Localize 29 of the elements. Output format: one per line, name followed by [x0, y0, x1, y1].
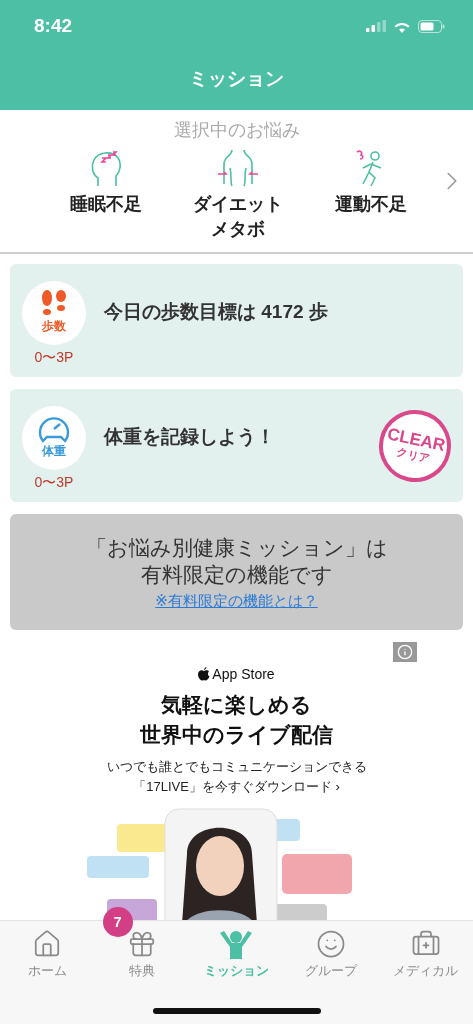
battery-icon	[418, 19, 445, 33]
notification-badge: 7	[102, 907, 133, 937]
torso-icon	[216, 148, 261, 188]
smiley-icon	[316, 929, 347, 959]
mission-title: 体重を記録しよう！	[104, 424, 276, 449]
status-time: 8:42	[34, 15, 73, 37]
info-icon	[397, 644, 413, 661]
mission-card[interactable]: 歩数 0〜3P 今日の歩数目標は 4172 歩	[10, 264, 463, 378]
screen-title: ミッション	[189, 67, 284, 91]
ad-info-button[interactable]	[393, 642, 417, 663]
mission-badge: 体重	[22, 405, 86, 470]
person-cheering-icon	[218, 929, 255, 959]
locked-message: 「お悩み別健康ミッション」は 有料限定の機能です	[85, 534, 388, 588]
mission-badge: 歩数	[22, 280, 86, 345]
concern-item[interactable]: ダイエット メタボ	[172, 148, 305, 243]
apple-logo	[198, 667, 211, 682]
concern-item[interactable]: 運動不足	[304, 148, 437, 218]
ad-headline: 気軽に楽しめる 世界中のライブ配信	[140, 692, 333, 748]
tab-item[interactable]: グループ	[303, 929, 360, 980]
mission-title: 今日の歩数目標は 4172 歩	[104, 299, 329, 324]
mission-points: 0〜3P	[34, 348, 74, 367]
concern-item[interactable]: 睡眠不足	[40, 148, 173, 218]
scale-dial-icon	[37, 415, 71, 444]
signal-icon	[366, 20, 386, 32]
mission-points: 0〜3P	[34, 473, 74, 492]
concerns-heading: 選択中のお悩み	[173, 119, 300, 142]
mission-card[interactable]: 体重 0〜3P 体重を記録しよう！ CLEAR クリア	[10, 389, 463, 503]
ad-body-link[interactable]: いつでも誰とでもコミュニケーションできる 「17LIVE」を今すぐダウンロード ›	[106, 757, 367, 797]
store-name: App Store	[212, 666, 275, 683]
